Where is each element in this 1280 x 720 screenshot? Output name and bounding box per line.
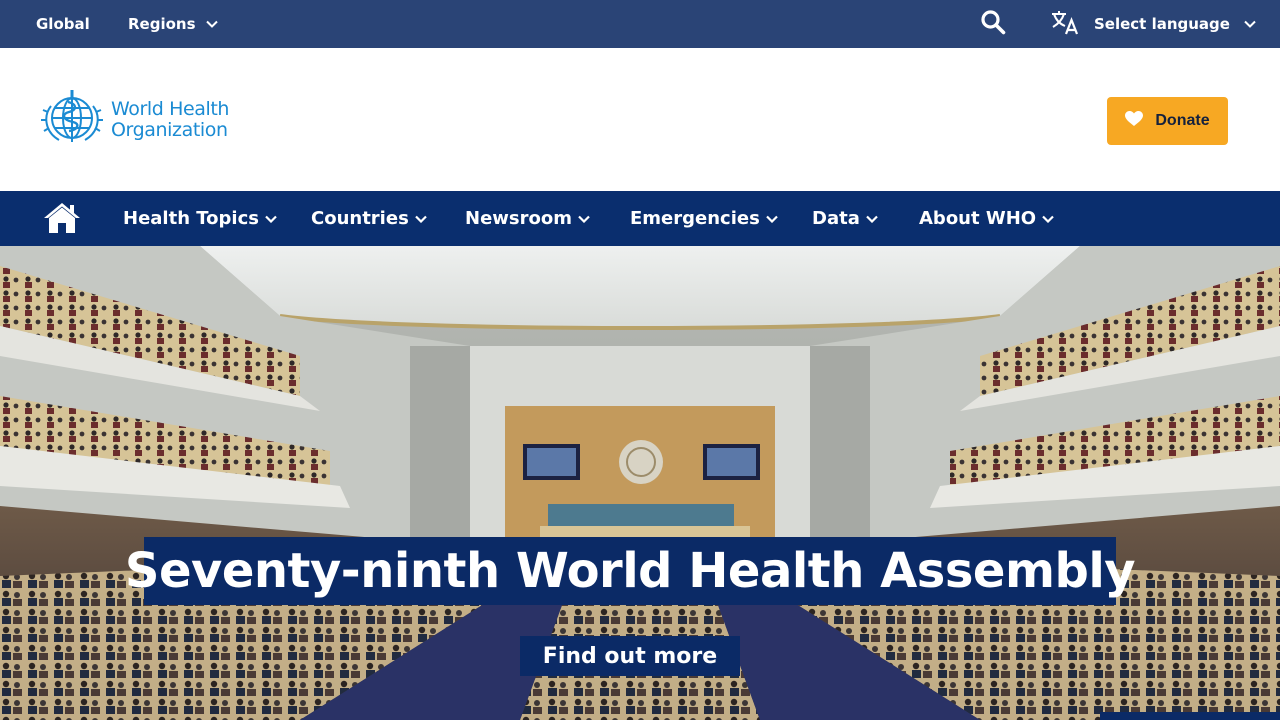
nav-item-label: About WHO xyxy=(919,208,1037,229)
hero-title: Seventy-ninth World Health Assembly xyxy=(125,537,1136,605)
logo-line-1: World Health xyxy=(111,98,230,120)
heart-icon xyxy=(1125,110,1144,132)
nav-item-label: Data xyxy=(812,208,860,229)
hero-banner: Seventy-ninth World Health Assembly Find… xyxy=(0,246,1280,720)
nav-newsroom[interactable]: Newsroom xyxy=(465,191,590,246)
chevron-down-icon xyxy=(205,20,218,28)
carousel-indicator xyxy=(1100,712,1280,720)
chevron-down-icon xyxy=(265,215,277,223)
chevron-down-icon xyxy=(415,215,427,223)
donate-label: Donate xyxy=(1155,112,1210,129)
who-logo[interactable]: World Health Organization xyxy=(39,88,229,152)
global-link[interactable]: Global xyxy=(36,0,90,48)
language-label: Select language xyxy=(1094,15,1230,33)
site-header: World Health Organization Donate xyxy=(0,48,1280,191)
chevron-down-icon xyxy=(866,215,878,223)
main-navigation: Health Topics Countries Newsroom Emergen… xyxy=(0,191,1280,246)
chevron-down-icon xyxy=(578,215,590,223)
translate-icon xyxy=(1050,9,1080,39)
nav-health-topics[interactable]: Health Topics xyxy=(123,191,277,246)
chevron-down-icon xyxy=(1244,20,1256,28)
nav-item-label: Countries xyxy=(311,208,409,229)
top-utility-bar: Global Regions Select language xyxy=(0,0,1280,48)
chevron-down-icon xyxy=(1042,215,1054,223)
logo-line-2: Organization xyxy=(111,119,228,141)
nav-countries[interactable]: Countries xyxy=(311,191,427,246)
nav-about-who[interactable]: About WHO xyxy=(919,191,1054,246)
language-selector[interactable]: Select language xyxy=(1050,0,1256,48)
nav-emergencies[interactable]: Emergencies xyxy=(630,191,778,246)
find-out-more-button[interactable]: Find out more xyxy=(520,636,740,676)
search-icon xyxy=(980,9,1006,39)
home-button[interactable] xyxy=(42,201,82,235)
regions-dropdown[interactable]: Regions xyxy=(128,0,218,48)
home-icon xyxy=(42,203,82,239)
nav-item-label: Health Topics xyxy=(123,208,259,229)
chevron-down-icon xyxy=(766,215,778,223)
search-button[interactable] xyxy=(977,0,1009,48)
regions-label: Regions xyxy=(128,15,196,33)
who-emblem-icon xyxy=(39,88,105,152)
nav-item-label: Emergencies xyxy=(630,208,760,229)
donate-button[interactable]: Donate xyxy=(1107,97,1228,145)
logo-wordmark: World Health Organization xyxy=(111,99,229,141)
nav-data[interactable]: Data xyxy=(812,191,878,246)
global-label: Global xyxy=(36,15,90,33)
nav-item-label: Newsroom xyxy=(465,208,572,229)
